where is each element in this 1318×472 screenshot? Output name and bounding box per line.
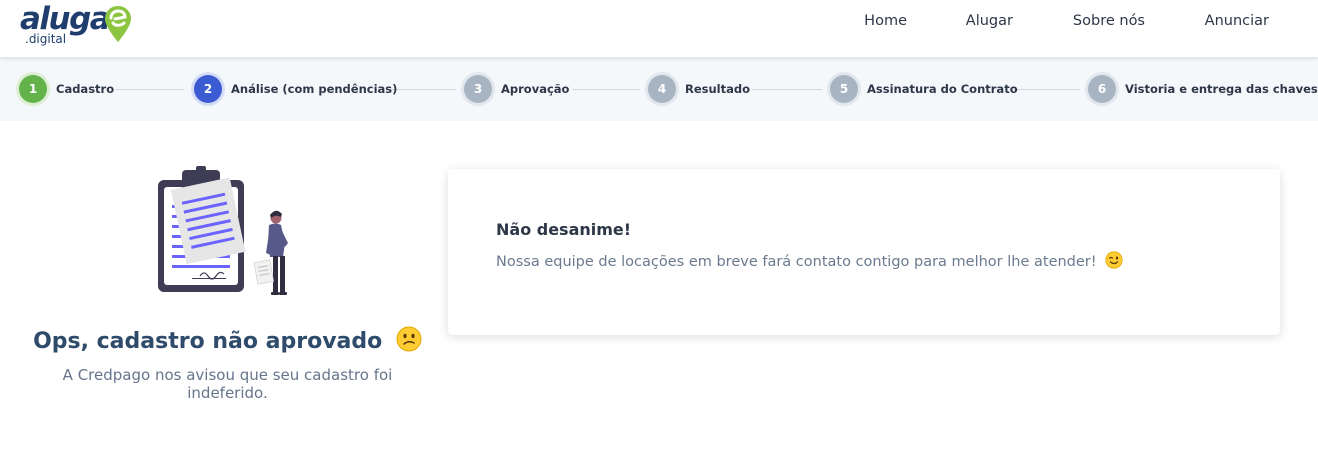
step-label: Vistoria e entrega das chaves [1125, 82, 1318, 96]
step-number-badge: 1 [19, 75, 47, 103]
rejection-description: A Credpago nos avisou que seu cadastro f… [62, 366, 393, 402]
step-number-badge: 4 [648, 75, 676, 103]
top-header: aluga .digital Home Alugar Sobre nós Anu… [0, 0, 1318, 57]
logo-wordmark: aluga [20, 1, 111, 37]
step-number-badge: 3 [464, 75, 492, 103]
nav-sobre-nos[interactable]: Sobre nós [1073, 13, 1145, 29]
card-message-text: Nossa equipe de locações em breve fará c… [496, 254, 1097, 270]
confused-face-emoji [396, 326, 422, 352]
winking-face-emoji [1105, 251, 1123, 269]
card-title: Não desanime! [496, 220, 632, 239]
clipboard-person-illustration [158, 166, 288, 295]
progress-stepper: 1 Cadastro 2 Análise (com pendências) 3 … [0, 57, 1318, 121]
rejection-title-text: Ops, cadastro não aprovado [33, 329, 383, 354]
location-pin-icon [105, 6, 131, 42]
step-connector [572, 89, 640, 90]
step-label: Assinatura do Contrato [867, 82, 1018, 96]
rejection-title: Ops, cadastro não aprovado [0, 326, 455, 354]
encouragement-card: Não desanime! Nossa equipe de locações e… [448, 169, 1280, 335]
nav-home[interactable]: Home [864, 13, 907, 29]
step-number-badge: 5 [830, 75, 858, 103]
step-number-badge: 2 [194, 75, 222, 103]
nav-alugar[interactable]: Alugar [966, 13, 1013, 29]
step-connector [116, 89, 184, 90]
nav-anunciar[interactable]: Anunciar [1205, 13, 1269, 29]
aluga-digital-logo[interactable]: aluga .digital [20, 2, 132, 50]
step-connector [388, 89, 456, 90]
card-message: Nossa equipe de locações em breve fará c… [496, 251, 1123, 270]
step-label: Análise (com pendências) [231, 82, 398, 96]
step-connector [752, 89, 822, 90]
logo-subtitle: .digital [25, 32, 67, 46]
step-number-badge: 6 [1088, 75, 1116, 103]
step-label: Resultado [685, 82, 751, 96]
step-connector [1010, 89, 1080, 90]
step-label: Cadastro [56, 82, 115, 96]
step-label: Aprovação [501, 82, 570, 96]
